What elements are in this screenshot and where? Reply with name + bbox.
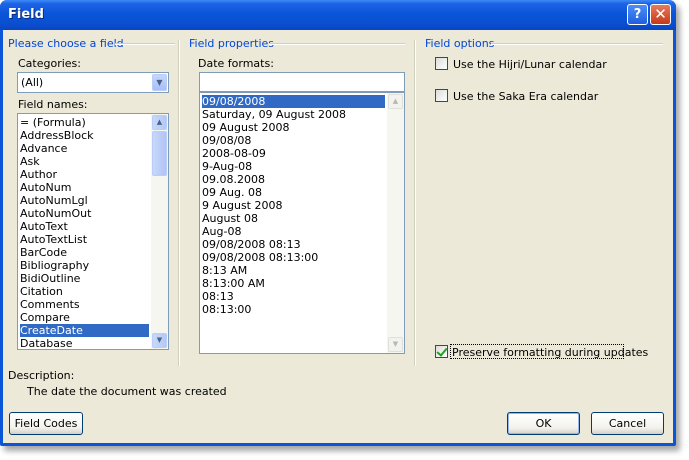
group-divider — [115, 43, 175, 45]
window-title: Field — [8, 7, 44, 22]
date-format-item[interactable]: Aug-08 — [202, 225, 385, 238]
field-properties-group-title: Field properties — [189, 37, 275, 50]
field-name-item[interactable]: Ask — [20, 155, 149, 168]
field-name-item[interactable]: AutoText — [20, 220, 149, 233]
field-name-item[interactable]: CreateDate — [20, 324, 149, 337]
group-divider — [491, 43, 663, 45]
date-format-item[interactable]: 9 August 2008 — [202, 199, 385, 212]
date-formats-scrollbar[interactable]: ▲ ▼ — [387, 93, 404, 353]
date-format-input[interactable] — [199, 72, 405, 92]
field-name-item[interactable]: Bibliography — [20, 259, 149, 272]
field-names-label: Field names: — [18, 98, 88, 111]
categories-dropdown[interactable]: (All) ▼ — [17, 72, 169, 93]
field-name-item[interactable]: Advance — [20, 142, 149, 155]
field-name-item[interactable]: BidiOutline — [20, 272, 149, 285]
date-format-item[interactable]: 08:13 — [202, 290, 385, 303]
date-format-item[interactable]: 09 August 2008 — [202, 121, 385, 134]
preserve-formatting-label[interactable]: Preserve formatting during updates — [452, 346, 648, 359]
field-names-list[interactable]: Database CreateDate Compare Comments Citatio… — [17, 113, 169, 350]
date-format-item[interactable]: 9-Aug-08 — [202, 160, 385, 173]
description-text: The date the document was created — [27, 385, 227, 398]
scroll-up-icon[interactable]: ▲ — [152, 115, 167, 130]
title-bar[interactable]: Field ? ✕ — [0, 0, 676, 30]
date-format-item[interactable]: 8:13:00 AM — [202, 277, 385, 290]
date-format-item[interactable]: 09.08.2008 — [202, 173, 385, 186]
date-format-item[interactable]: Saturday, 09 August 2008 — [202, 108, 385, 121]
field-name-item[interactable]: BarCode — [20, 246, 149, 259]
categories-value: (All) — [21, 76, 44, 89]
hijri-checkbox[interactable] — [435, 57, 448, 70]
description-label: Description: — [8, 369, 75, 382]
field-name-item[interactable]: AutoTextList — [20, 233, 149, 246]
field-name-item[interactable]: Database — [20, 337, 149, 349]
field-name-item[interactable]: AddressBlock — [20, 129, 149, 142]
group-separator — [414, 40, 416, 366]
categories-label: Categories: — [18, 57, 81, 70]
field-dialog: Field ? ✕ Please choose a field Categori… — [0, 0, 676, 446]
field-options-group-title: Field options — [425, 37, 495, 50]
date-format-item[interactable]: August 08 — [202, 212, 385, 225]
date-formats-label: Date formats: — [198, 57, 274, 70]
saka-checkbox[interactable] — [435, 89, 448, 102]
date-format-item[interactable]: 08:13:00 — [202, 303, 385, 316]
chevron-down-icon[interactable]: ▼ — [152, 74, 167, 91]
group-separator — [178, 40, 180, 366]
scroll-thumb[interactable] — [152, 131, 167, 176]
date-format-item[interactable]: 09/08/2008 — [202, 95, 385, 108]
field-name-item[interactable]: Compare — [20, 311, 149, 324]
date-format-item[interactable]: 09 Aug. 08 — [202, 186, 385, 199]
scroll-down-icon[interactable]: ▼ — [152, 333, 167, 348]
date-format-item[interactable]: 09/08/2008 08:13 — [202, 238, 385, 251]
field-name-item[interactable]: AutoNumOut — [20, 207, 149, 220]
group-divider — [269, 43, 405, 45]
help-button[interactable]: ? — [627, 4, 648, 25]
choose-field-group-title: Please choose a field — [8, 37, 124, 50]
hijri-option-label[interactable]: Use the Hijri/Lunar calendar — [453, 58, 607, 71]
cancel-button[interactable]: Cancel — [591, 412, 664, 435]
scroll-down-icon[interactable]: ▼ — [388, 337, 403, 352]
saka-option-label[interactable]: Use the Saka Era calendar — [453, 90, 598, 103]
preserve-formatting-checkbox[interactable] — [435, 345, 448, 358]
field-name-item[interactable]: Author — [20, 168, 149, 181]
date-format-item[interactable]: 09/08/2008 08:13:00 — [202, 251, 385, 264]
field-name-item[interactable]: = (Formula) — [20, 116, 149, 129]
field-codes-button[interactable]: Field Codes — [9, 412, 83, 435]
date-format-item[interactable]: 09/08/08 — [202, 134, 385, 147]
ok-button[interactable]: OK — [507, 412, 580, 435]
field-list-scrollbar[interactable]: ▲ ▼ — [151, 114, 168, 349]
scroll-up-icon[interactable]: ▲ — [388, 94, 403, 109]
close-button[interactable]: ✕ — [650, 4, 671, 25]
date-format-item[interactable]: 2008-08-09 — [202, 147, 385, 160]
field-name-item[interactable]: AutoNumLgl — [20, 194, 149, 207]
date-formats-list[interactable]: 08:13:00 08:13 8:13:00 AM 8:13 AM 09/08/2008… — [199, 92, 405, 354]
field-name-item[interactable]: AutoNum — [20, 181, 149, 194]
dialog-body: Please choose a field Categories: (All) … — [3, 30, 673, 443]
date-format-item[interactable]: 8:13 AM — [202, 264, 385, 277]
field-name-item[interactable]: Comments — [20, 298, 149, 311]
field-name-item[interactable]: Citation — [20, 285, 149, 298]
